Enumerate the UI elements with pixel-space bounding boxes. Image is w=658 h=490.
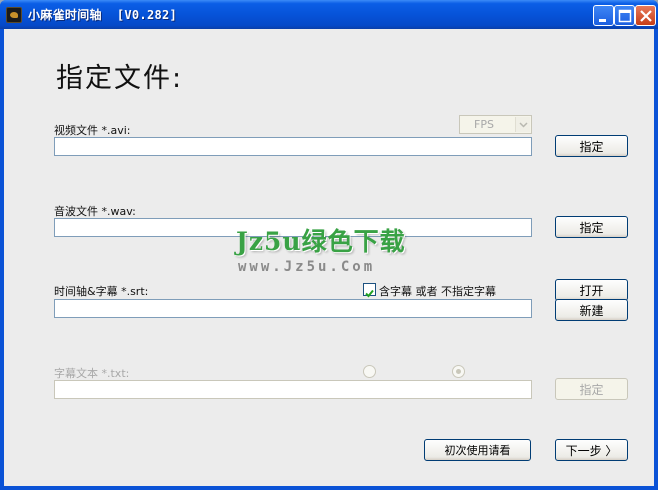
fps-select: FPS	[459, 115, 532, 134]
first-use-button[interactable]: 初次使用请看	[424, 439, 531, 461]
subtitle-option-radio-1[interactable]	[363, 365, 376, 378]
include-subtitles-label[interactable]: 含字幕 或者 不指定字幕	[379, 283, 496, 299]
checkmark-icon	[365, 289, 374, 298]
video-file-field[interactable]	[54, 137, 532, 156]
include-subtitles-checkbox[interactable]	[363, 283, 376, 298]
close-button[interactable]	[635, 5, 656, 26]
audio-file-label: 音波文件 *.wav:	[54, 205, 136, 218]
video-file-label: 视频文件 *.avi:	[54, 124, 131, 137]
video-specify-button[interactable]: 指定	[555, 135, 628, 157]
page-title: 指定文件:	[56, 63, 184, 94]
open-button[interactable]: 打开	[555, 279, 628, 301]
app-window: 小麻雀时间轴 [V0.282] 指定文件: 视频文件 *.avi: FPS 指定…	[0, 0, 658, 490]
chevron-down-icon	[515, 117, 530, 132]
audio-specify-button[interactable]: 指定	[555, 216, 628, 238]
minimize-button[interactable]	[593, 5, 614, 26]
subtitle-text-label: 字幕文本 *.txt:	[54, 367, 130, 380]
next-step-button[interactable]: 下一步 〉	[555, 439, 628, 461]
title-bar[interactable]: 小麻雀时间轴 [V0.282]	[0, 0, 658, 29]
audio-file-field[interactable]	[54, 218, 532, 237]
minimize-icon	[599, 19, 606, 22]
subtitle-text-field[interactable]	[54, 380, 532, 399]
new-button[interactable]: 新建	[555, 299, 628, 321]
subtitle-specify-button[interactable]: 指定	[555, 378, 628, 400]
client-area: 指定文件: 视频文件 *.avi: FPS 指定 音波文件 *.wav: 指定 …	[4, 29, 654, 486]
watermark-url: www.Jz5u.Com	[238, 259, 376, 275]
close-icon	[640, 10, 652, 22]
timeline-file-field[interactable]	[54, 299, 532, 318]
window-title: 小麻雀时间轴 [V0.282]	[28, 8, 178, 22]
fps-select-value: FPS	[474, 118, 494, 131]
subtitle-option-radio-2[interactable]	[452, 365, 465, 378]
maximize-icon	[618, 9, 632, 23]
app-icon[interactable]	[6, 7, 22, 23]
maximize-button[interactable]	[614, 5, 635, 26]
timeline-file-label: 时间轴&字幕 *.srt:	[54, 285, 149, 298]
